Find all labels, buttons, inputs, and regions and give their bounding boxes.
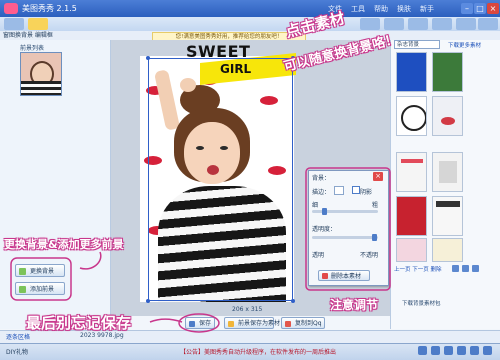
save-highlight-circle bbox=[178, 313, 220, 333]
buttons-highlight bbox=[10, 257, 72, 301]
annotation-strokes bbox=[10, 167, 391, 333]
arrow-to-save bbox=[149, 318, 183, 323]
popup-highlight bbox=[305, 167, 391, 291]
arrow-to-left-buttons bbox=[79, 251, 102, 270]
